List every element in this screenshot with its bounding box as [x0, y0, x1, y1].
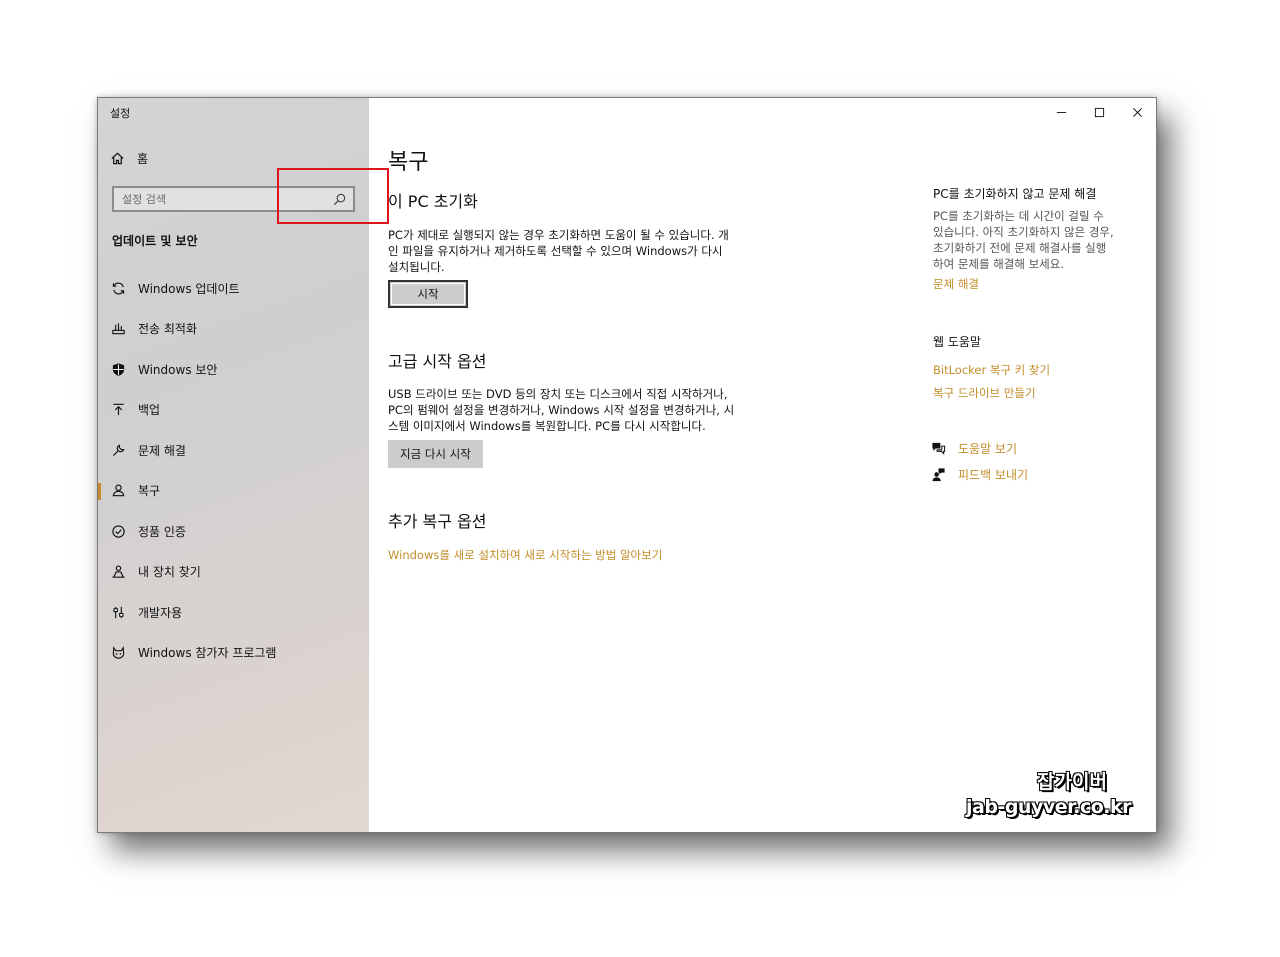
sidebar-item-label: Windows 업데이트	[138, 281, 240, 296]
delivery-optimization-icon	[111, 321, 126, 336]
advanced-desc-line: USB 드라이브 또는 DVD 등의 장치 또는 디스크에서 직접 시작하거나,	[388, 387, 728, 401]
maximize-icon	[1094, 107, 1104, 117]
home-icon	[110, 151, 125, 166]
page-title: 복구	[388, 150, 429, 175]
insider-cat-icon	[111, 645, 126, 660]
send-feedback-link[interactable]: 피드백 보내기	[931, 466, 1028, 483]
recovery-drive-link[interactable]: 복구 드라이브 만들기	[933, 385, 1036, 401]
advanced-desc-line: PC의 펌웨어 설정을 변경하거나, Windows 시작 설정을 변경하거나,…	[388, 403, 735, 417]
sidebar-item-recovery[interactable]: 복구	[98, 471, 369, 512]
highlight-box	[277, 168, 389, 224]
sidebar-item-label: 문제 해결	[138, 443, 186, 458]
sidebar-item-find-device[interactable]: 내 장치 찾기	[98, 552, 369, 593]
close-button[interactable]	[1118, 98, 1156, 126]
maximize-button[interactable]	[1080, 98, 1118, 126]
sidebar-item-for-developers[interactable]: 개발자용	[98, 592, 369, 633]
backup-arrow-icon	[111, 402, 126, 417]
section-title: 업데이트 및 보안	[112, 234, 198, 248]
find-device-icon	[111, 564, 126, 579]
restart-now-button[interactable]: 지금 다시 시작	[388, 440, 483, 468]
sidebar-item-label: 백업	[138, 403, 161, 418]
sidebar-home[interactable]: 홈	[110, 150, 148, 167]
screenshot-stage: 설정 홈 업데이트 및 보안 Windows 업데이	[0, 0, 1280, 957]
reset-pc-desc-line: PC가 제대로 실행되지 않는 경우 초기화하면 도움이 될 수 있습니다. 개	[388, 228, 729, 242]
sidebar-item-label: 전송 최적화	[138, 322, 198, 337]
sync-icon	[111, 281, 126, 296]
troubleshoot-desc-line: 하여 문제를 해결해 보세요.	[933, 257, 1065, 271]
sidebar-item-windows-update[interactable]: Windows 업데이트	[98, 268, 369, 309]
reset-pc-description: PC가 제대로 실행되지 않는 경우 초기화하면 도움이 될 수 있습니다. 개…	[388, 227, 773, 275]
troubleshoot-desc-line: 초기화하기 전에 문제 해결사를 실행	[933, 241, 1107, 255]
sidebar-item-windows-security[interactable]: Windows 보안	[98, 349, 369, 390]
recovery-person-icon	[111, 483, 126, 498]
watermark-url: jab-guyver.co.kr	[966, 796, 1132, 818]
sidebar-home-label: 홈	[137, 152, 149, 166]
reset-pc-desc-line: 설치됩니다.	[388, 260, 445, 274]
window-controls	[1042, 98, 1156, 126]
help-chat-icon	[931, 441, 946, 456]
shield-icon	[111, 362, 126, 377]
settings-window: 설정 홈 업데이트 및 보안 Windows 업데이	[97, 97, 1157, 833]
advanced-startup-heading: 고급 시작 옵션	[388, 352, 487, 371]
sidebar-item-label: 복구	[138, 484, 161, 499]
minimize-icon	[1056, 111, 1066, 113]
sidebar-item-troubleshoot[interactable]: 문제 해결	[98, 430, 369, 471]
sidebar-nav: Windows 업데이트 전송 최적화 Windows 보안 백업 문제 해결 …	[98, 268, 369, 673]
bitlocker-key-link[interactable]: BitLocker 복구 키 찾기	[933, 362, 1050, 378]
feedback-person-icon	[931, 467, 946, 482]
troubleshoot-description: PC를 초기화하는 데 시간이 걸릴 수 있습니다. 아직 초기화하지 않은 경…	[933, 208, 1143, 272]
troubleshoot-heading: PC를 초기화하지 않고 문제 해결	[933, 187, 1097, 201]
minimize-button[interactable]	[1042, 98, 1080, 126]
reset-start-button[interactable]: 시작	[388, 280, 468, 308]
sidebar-item-label: 내 장치 찾기	[138, 565, 201, 580]
fresh-start-link[interactable]: Windows를 새로 설치하여 새로 시작하는 방법 알아보기	[388, 547, 662, 563]
sidebar-item-label: 정품 인증	[138, 524, 186, 539]
troubleshoot-desc-line: PC를 초기화하는 데 시간이 걸릴 수	[933, 209, 1104, 223]
advanced-startup-description: USB 드라이브 또는 DVD 등의 장치 또는 디스크에서 직접 시작하거나,…	[388, 386, 773, 434]
more-recovery-heading: 추가 복구 옵션	[388, 512, 487, 531]
check-circle-icon	[111, 524, 126, 539]
window-title: 설정	[110, 107, 131, 120]
sidebar-item-delivery-optimization[interactable]: 전송 최적화	[98, 309, 369, 350]
sidebar-item-activation[interactable]: 정품 인증	[98, 511, 369, 552]
send-feedback-label: 피드백 보내기	[958, 468, 1029, 482]
close-icon	[1132, 107, 1142, 117]
wrench-icon	[111, 443, 126, 458]
troubleshoot-link[interactable]: 문제 해결	[933, 276, 979, 292]
sidebar-item-label: Windows 보안	[138, 362, 218, 377]
get-help-label: 도움말 보기	[958, 442, 1018, 456]
sidebar-item-backup[interactable]: 백업	[98, 390, 369, 431]
troubleshoot-desc-line: 있습니다. 아직 초기화하지 않은 경우,	[933, 225, 1114, 239]
watermark-title: 잡가이버	[1037, 771, 1107, 793]
developer-sliders-icon	[111, 605, 126, 620]
reset-pc-heading: 이 PC 초기화	[388, 192, 478, 211]
main-pane: 복구 이 PC 초기화 PC가 제대로 실행되지 않는 경우 초기화하면 도움이…	[369, 98, 1156, 832]
sidebar-item-label: 개발자용	[138, 605, 183, 620]
web-help-heading: 웹 도움말	[933, 335, 981, 349]
get-help-link[interactable]: 도움말 보기	[931, 440, 1017, 457]
sidebar-item-label: Windows 참가자 프로그램	[138, 646, 277, 661]
advanced-desc-line: 스템 이미지에서 Windows를 복원합니다. PC를 다시 시작합니다.	[388, 419, 706, 433]
reset-pc-desc-line: 인 파일을 유지하거나 제거하도록 선택할 수 있으며 Windows가 다시	[388, 244, 723, 258]
sidebar-item-windows-insider[interactable]: Windows 참가자 프로그램	[98, 633, 369, 674]
